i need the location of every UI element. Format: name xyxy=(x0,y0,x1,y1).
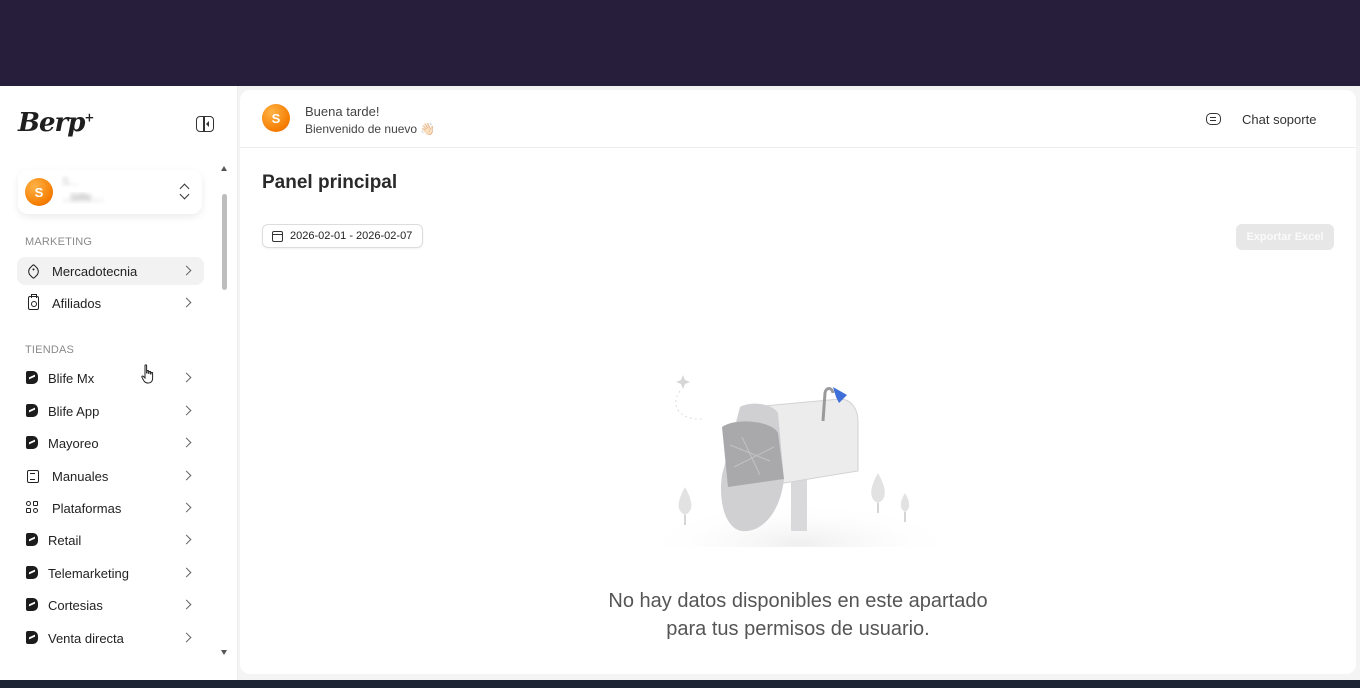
chevron-right-icon xyxy=(181,470,192,481)
export-excel-button[interactable]: Exportar Excel xyxy=(1236,224,1334,250)
section-label-tiendas: TIENDAS xyxy=(25,344,75,356)
sidebar-item-label: Telemarketing xyxy=(48,566,129,581)
app-window: Berp+ S S... ...blife.... MARKETING Merc… xyxy=(0,86,1360,680)
b-logo-icon xyxy=(26,631,38,644)
collapse-sidebar-icon[interactable] xyxy=(196,116,214,132)
top-dark-band xyxy=(0,0,1360,86)
welcome-text: Bienvenido de nuevo 👋🏻 xyxy=(305,122,436,136)
badge-icon xyxy=(26,294,40,310)
sidebar-item-label: Blife Mx xyxy=(48,371,95,386)
section-label-marketing: MARKETING xyxy=(25,236,93,248)
chat-bubble-icon[interactable] xyxy=(1206,113,1221,125)
platforms-icon xyxy=(26,501,40,515)
sidebar-item-blife-mx[interactable]: Blife Mx xyxy=(17,364,204,392)
sidebar-item-mayoreo[interactable]: Mayoreo xyxy=(17,429,204,457)
app-logo[interactable]: Berp+ xyxy=(18,108,94,138)
user-name: S... xyxy=(62,176,79,188)
avatar[interactable]: S xyxy=(262,104,290,132)
b-logo-icon xyxy=(26,404,38,417)
b-logo-icon xyxy=(26,566,38,579)
calendar-icon xyxy=(272,231,283,242)
tag-icon xyxy=(25,263,41,279)
sidebar-item-venta-directa[interactable]: Venta directa xyxy=(17,624,204,652)
sidebar-item-label: Manuales xyxy=(52,469,109,484)
b-logo-icon xyxy=(26,533,38,546)
top-header: S Buena tarde! Bienvenido de nuevo 👋🏻 Ch… xyxy=(240,90,1356,148)
sidebar-item-label: Venta directa xyxy=(48,631,124,646)
sidebar-item-label: Retail xyxy=(48,533,82,548)
user-switcher[interactable]: S S... ...blife.... xyxy=(18,170,202,214)
sidebar-item-label: Mayoreo xyxy=(48,436,99,451)
sidebar-item-manuales[interactable]: Manuales xyxy=(17,462,204,490)
sidebar-item-afiliados[interactable]: Afiliados xyxy=(17,289,204,317)
b-logo-icon xyxy=(26,371,38,384)
sidebar-item-blife-app[interactable]: Blife App xyxy=(17,397,204,425)
b-logo-icon xyxy=(26,598,38,611)
chevron-right-icon xyxy=(181,567,192,578)
sidebar-item-mercadotecnia[interactable]: Mercadotecnia xyxy=(17,257,204,285)
avatar: S xyxy=(25,178,53,206)
chevron-right-icon xyxy=(181,632,192,643)
taskbar-strip xyxy=(0,680,1360,688)
chevron-right-icon xyxy=(181,599,192,610)
sidebar-item-label: Plataformas xyxy=(52,501,122,516)
sidebar-item-label: Blife App xyxy=(48,404,100,419)
b-logo-icon xyxy=(26,436,38,449)
date-range-value: 2026-02-01 - 2026-02-07 xyxy=(290,230,413,242)
empty-mailbox-illustration xyxy=(650,375,940,547)
chevron-right-icon xyxy=(181,372,192,383)
main-panel: S Buena tarde! Bienvenido de nuevo 👋🏻 Ch… xyxy=(240,90,1356,674)
chevron-right-icon xyxy=(181,265,192,276)
chevron-right-icon xyxy=(181,405,192,416)
scroll-up-arrow[interactable] xyxy=(221,166,227,171)
empty-state-line-1: No hay datos disponibles en este apartad… xyxy=(608,590,988,612)
sidebar-item-label: Cortesias xyxy=(48,598,103,613)
sidebar-item-cortesias[interactable]: Cortesias xyxy=(17,591,204,619)
sidebar-scrollbar-thumb[interactable] xyxy=(222,194,227,290)
sidebar-item-telemarketing[interactable]: Telemarketing xyxy=(17,559,204,587)
hand-pointer-icon xyxy=(141,364,154,384)
user-store: ...blife.... xyxy=(62,192,104,204)
chat-support-button[interactable]: Chat soporte xyxy=(1242,112,1316,127)
chevron-right-icon xyxy=(181,534,192,545)
scroll-down-arrow[interactable] xyxy=(221,650,227,655)
book-icon xyxy=(26,469,40,483)
empty-state-line-2: para tus permisos de usuario. xyxy=(666,618,930,640)
chevron-right-icon xyxy=(181,437,192,448)
sidebar: Berp+ S S... ...blife.... MARKETING Merc… xyxy=(0,86,238,680)
page-title: Panel principal xyxy=(262,172,398,193)
sidebar-item-label: Mercadotecnia xyxy=(52,264,138,279)
sidebar-item-label: Afiliados xyxy=(52,296,102,311)
sidebar-item-plataformas[interactable]: Plataformas xyxy=(17,494,204,522)
chevron-right-icon xyxy=(181,502,192,513)
date-range-picker[interactable]: 2026-02-01 - 2026-02-07 xyxy=(262,224,424,248)
sidebar-item-retail[interactable]: Retail xyxy=(17,526,204,554)
chevron-up-down-icon xyxy=(180,183,190,201)
greeting-text: Buena tarde! xyxy=(305,104,380,119)
chevron-right-icon xyxy=(181,297,192,308)
